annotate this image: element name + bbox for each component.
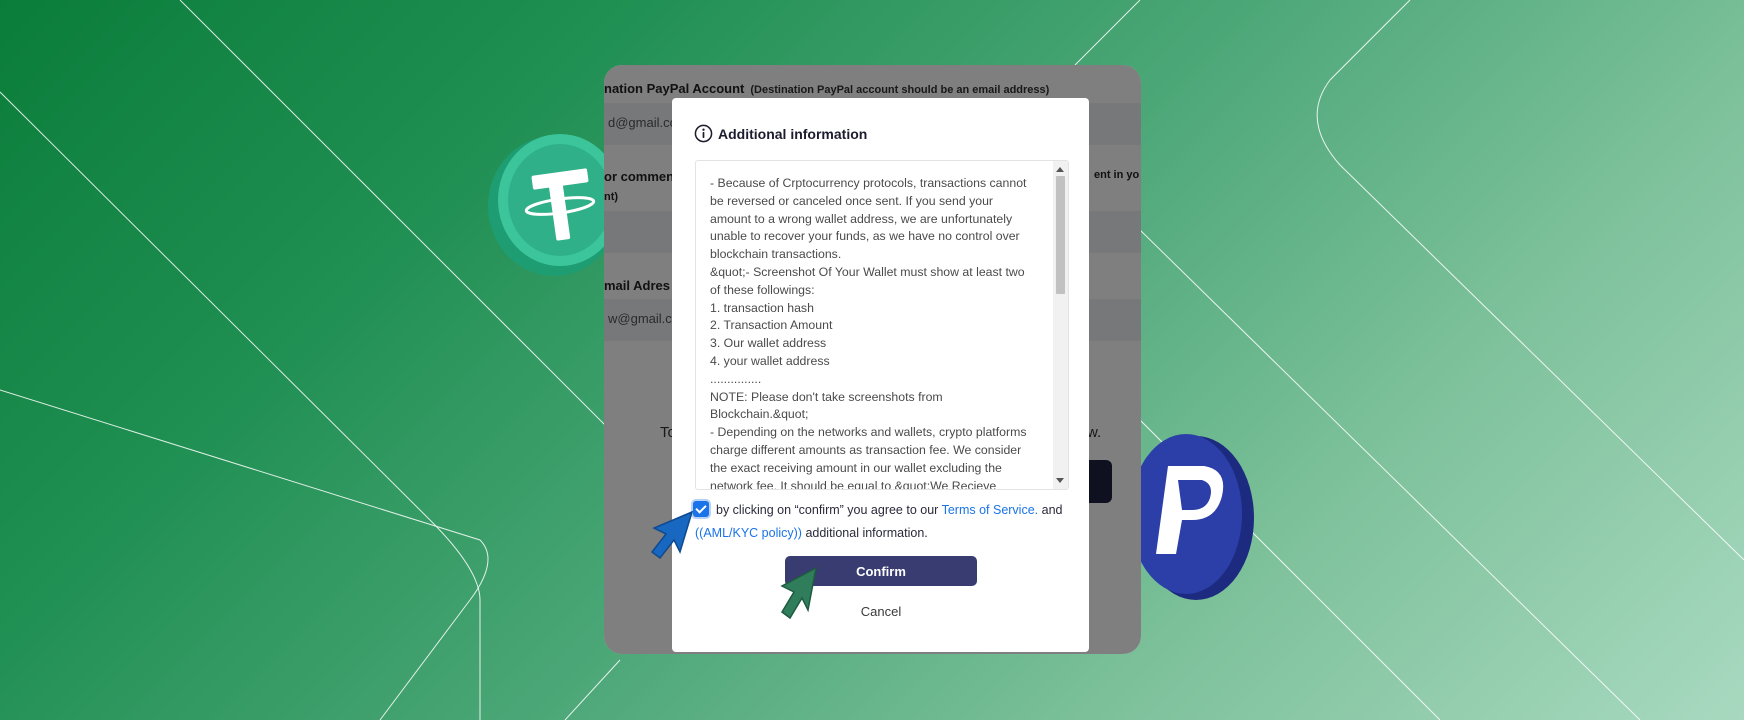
blue-cursor-icon [650,510,694,560]
scrollbar[interactable] [1053,161,1068,489]
terms-line: NOTE: Please don't take screenshots from [710,389,943,404]
scroll-up-arrow-icon[interactable] [1056,167,1064,172]
terms-line: ............... [710,371,762,386]
terms-text: - Because of Crptocurrency protocols, tr… [710,175,1040,490]
aml-kyc-policy-link[interactable]: ((AML/KYC policy)) [695,526,802,540]
additional-information-modal: Additional information - Because of Crpt… [672,98,1089,652]
agree-additional-text: additional information. [805,526,928,540]
terms-line: unable to recover your funds, as we have… [710,229,1020,244]
scroll-down-arrow-icon[interactable] [1056,478,1064,483]
terms-line: 4. your wallet address [710,353,830,368]
terms-line: 2. Transaction Amount [710,318,833,333]
green-cursor-icon [780,566,818,620]
agree-and-text: and [1041,503,1063,517]
info-circle-icon [694,124,713,143]
terms-line: the exact receiving amount in our wallet… [710,460,1002,475]
terms-line: Blockchain.&quot; [710,407,809,422]
terms-line: - Depending on the networks and wallets,… [710,425,1027,440]
tether-coin-icon [488,134,622,276]
terms-scroll-box[interactable]: - Because of Crptocurrency protocols, tr… [695,160,1069,490]
agree-text: by clicking on “confirm” you agree to ou… [716,503,939,517]
terms-line: of these followings: [710,282,815,297]
terms-line: be reversed or canceled once sent. If yo… [710,193,993,208]
modal-title: Additional information [718,125,868,142]
scrollbar-thumb[interactable] [1056,176,1065,294]
terms-line: 3. Our wallet address [710,336,827,351]
terms-line: amount to a wrong wallet address, we are… [710,211,1013,226]
terms-line: charge different amounts as transaction … [710,442,1022,457]
agreement-row: by clicking on “confirm” you agree to ou… [693,499,1075,545]
modal-header: Additional information [694,124,867,143]
terms-line: blockchain transactions. [710,247,842,262]
terms-line: network fee. It should be equal to &quot… [710,478,997,490]
terms-line: 1. transaction hash [710,300,814,315]
terms-of-service-link[interactable]: Terms of Service. [942,503,1039,517]
terms-line: - Because of Crptocurrency protocols, tr… [710,176,1027,190]
terms-line: &quot;- Screenshot Of Your Wallet must s… [710,264,1025,279]
